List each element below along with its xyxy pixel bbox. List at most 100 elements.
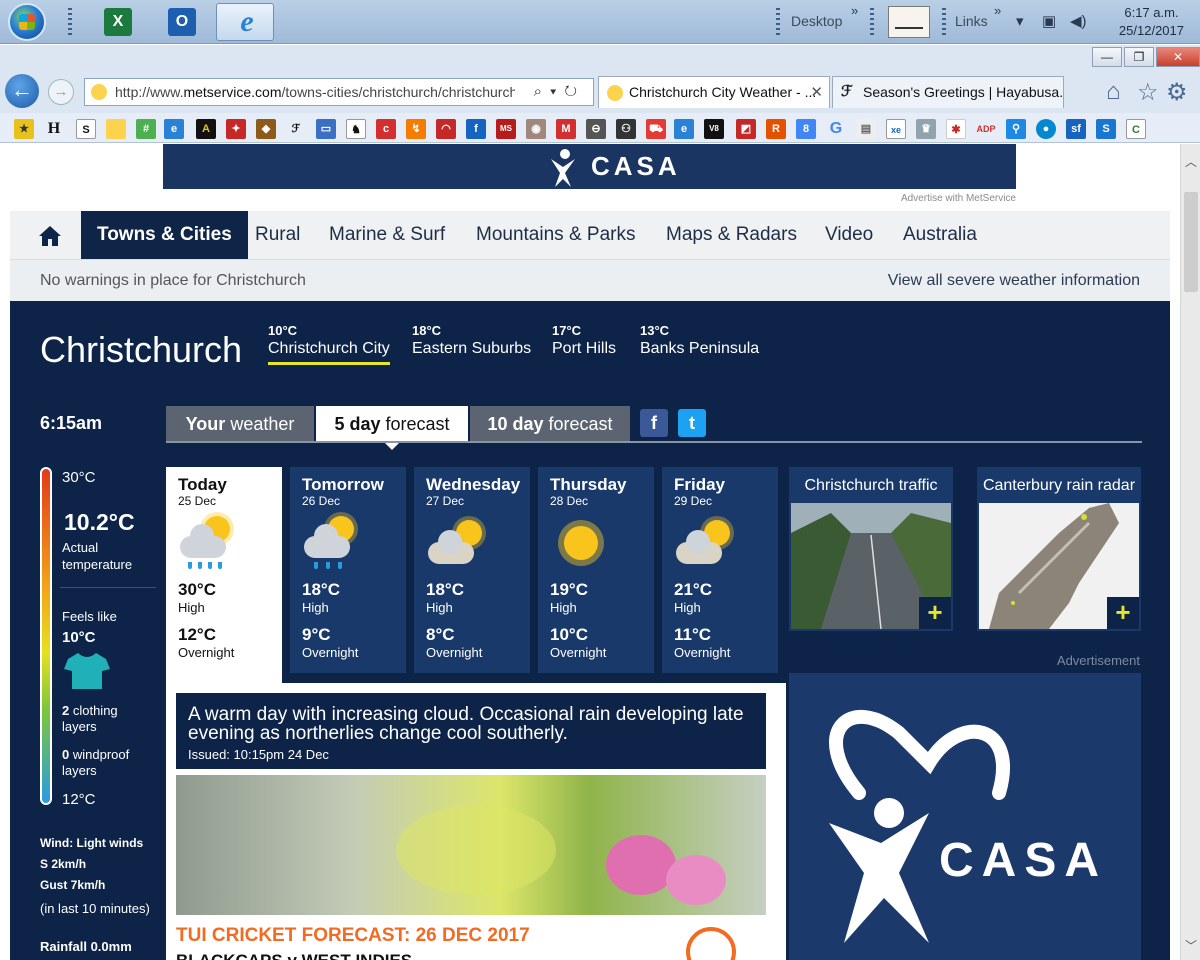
favorite-icon[interactable]: 8 (796, 119, 816, 139)
favorite-icon[interactable]: ↯ (406, 119, 426, 139)
favorite-icon[interactable]: C (1126, 119, 1146, 139)
favorite-icon[interactable]: ⚲ (1006, 119, 1026, 139)
favorite-icon[interactable]: ▤ (856, 119, 876, 139)
nav-video[interactable]: Video (825, 211, 873, 259)
taskbar-grip[interactable] (68, 8, 72, 36)
twitter-share-icon[interactable]: t (678, 409, 706, 437)
favorite-icon[interactable]: ℱ (286, 119, 306, 139)
favorite-icon[interactable]: ⊖ (586, 119, 606, 139)
cricket-forecast-title[interactable]: TUI CRICKET FORECAST: 26 DEC 2017 (176, 925, 530, 947)
volume-icon[interactable]: ◀) (1070, 12, 1087, 30)
settings-gear-icon[interactable]: ⚙ (1166, 78, 1188, 107)
forecast-card-tomorrow[interactable]: Tomorrow 26 Dec 18°C High 9°C Overnight (290, 467, 406, 673)
add-favorite-star-icon[interactable]: ★ (14, 119, 34, 139)
favorite-icon[interactable]: e (674, 119, 694, 139)
forward-button[interactable]: → (48, 79, 74, 105)
location-christchurch-city[interactable]: 10°C Christchurch City (268, 323, 390, 365)
forecast-card-today[interactable]: Today 25 Dec 30°C High 12°C Overnight (166, 467, 282, 683)
nav-australia[interactable]: Australia (903, 211, 977, 259)
taskbar-excel[interactable]: X (88, 3, 146, 41)
browser-tab-hayabusa[interactable]: ℱ Season's Greetings | Hayabusa... (832, 76, 1064, 108)
close-window-button[interactable]: ✕ (1156, 47, 1200, 67)
taskbar-grip[interactable] (776, 8, 780, 36)
favorite-icon[interactable] (106, 119, 126, 139)
search-icon[interactable]: ⌕ (534, 83, 550, 100)
chevron-right-icon[interactable]: » (851, 3, 858, 18)
favorite-icon[interactable]: ◩ (736, 119, 756, 139)
address-url[interactable]: http://www.metservice.com/towns-cities/c… (115, 84, 515, 100)
favorite-icon[interactable]: ✱ (946, 119, 966, 139)
favorite-icon[interactable]: A (196, 119, 216, 139)
scroll-up-icon[interactable]: ︿ (1181, 152, 1200, 172)
nav-mountains-parks[interactable]: Mountains & Parks (476, 211, 635, 259)
favorite-icon[interactable]: f (466, 119, 486, 139)
links-toolbar-label[interactable]: Links (955, 13, 988, 29)
favorite-icon[interactable]: sf (1066, 119, 1086, 139)
nav-towns-cities[interactable]: Towns & Cities (81, 211, 248, 259)
favorite-icon[interactable]: xe (886, 119, 906, 139)
nav-maps-radars[interactable]: Maps & Radars (666, 211, 797, 259)
google-favorite-icon[interactable]: G (826, 119, 846, 139)
nav-rural[interactable]: Rural (255, 211, 300, 259)
facebook-share-icon[interactable]: f (640, 409, 668, 437)
favorite-icon[interactable]: H (44, 119, 64, 139)
traffic-camera-tile[interactable]: Christchurch traffic + (789, 467, 953, 631)
advertise-link[interactable]: Advertise with MetService (901, 193, 1016, 204)
dropdown-arrow-icon[interactable]: ▾ (550, 83, 564, 100)
forecast-card-friday[interactable]: Friday 29 Dec 21°C High 11°C Overnight (662, 467, 778, 673)
severe-weather-link[interactable]: View all severe weather information (888, 272, 1140, 290)
home-icon[interactable]: ⌂ (1106, 78, 1121, 106)
favorite-icon[interactable]: M (556, 119, 576, 139)
browser-tab-metservice[interactable]: Christchurch City Weather - ... ✕ (598, 76, 830, 108)
back-button[interactable]: ← (5, 74, 39, 108)
taskbar-internet-explorer[interactable]: e (216, 3, 274, 41)
favorite-icon[interactable]: R (766, 119, 786, 139)
desktop-toolbar-label[interactable]: Desktop (791, 13, 842, 29)
location-banks-peninsula[interactable]: 13°C Banks Peninsula (640, 323, 759, 362)
scroll-down-icon[interactable]: ﹀ (1181, 936, 1200, 956)
favorite-icon[interactable]: ◉ (526, 119, 546, 139)
favorite-icon[interactable]: c (376, 119, 396, 139)
taskbar-grip[interactable] (942, 8, 946, 36)
favorite-icon[interactable]: S (1096, 119, 1116, 139)
close-tab-icon[interactable]: ✕ (810, 83, 823, 101)
favorite-icon[interactable]: ⚇ (616, 119, 636, 139)
favorite-icon[interactable]: V8 (704, 119, 724, 139)
favorite-icon[interactable]: ◆ (256, 119, 276, 139)
expand-plus-icon[interactable]: + (1107, 597, 1139, 629)
chevron-right-icon[interactable]: » (994, 3, 1001, 18)
favorite-icon[interactable]: S (76, 119, 96, 139)
minimize-button[interactable]: — (1092, 47, 1122, 67)
signature-icon[interactable] (888, 6, 930, 38)
network-icon[interactable]: ▣ (1042, 12, 1056, 30)
page-scrollbar[interactable]: ︿ ﹀ (1180, 144, 1200, 960)
top-banner-ad[interactable]: CASA (163, 144, 1016, 189)
address-bar[interactable]: http://www.metservice.com/towns-cities/c… (84, 78, 594, 106)
favorite-icon[interactable]: e (164, 119, 184, 139)
rain-radar-tile[interactable]: Canterbury rain radar + (977, 467, 1141, 631)
maximize-button[interactable]: ❐ (1124, 47, 1154, 67)
favorites-star-icon[interactable]: ☆ (1137, 78, 1159, 107)
favorite-icon[interactable]: ▭ (316, 119, 336, 139)
scrollbar-thumb[interactable] (1184, 192, 1198, 292)
favorite-icon[interactable]: MS (496, 119, 516, 139)
favorite-icon[interactable]: ADP (976, 119, 996, 139)
taskbar-outlook[interactable]: O (152, 3, 210, 41)
nav-marine-surf[interactable]: Marine & Surf (329, 211, 445, 259)
system-clock[interactable]: 6:17 a.m. 25/12/2017 (1119, 4, 1184, 40)
forecast-card-wednesday[interactable]: Wednesday 27 Dec 18°C High 8°C Overnight (414, 467, 530, 673)
favorite-icon[interactable]: ✦ (226, 119, 246, 139)
favorite-icon[interactable]: ● (1036, 119, 1056, 139)
taskbar-grip[interactable] (870, 8, 874, 36)
favorite-icon[interactable]: ⛟ (646, 119, 666, 139)
tab-5-day-forecast[interactable]: 5 day forecast (316, 406, 468, 450)
favorite-icon[interactable]: # (136, 119, 156, 139)
home-icon[interactable] (38, 225, 62, 247)
location-port-hills[interactable]: 17°C Port Hills (552, 323, 616, 362)
favorite-icon[interactable]: ♛ (916, 119, 936, 139)
side-casa-ad[interactable]: CASA (789, 673, 1141, 960)
forecast-card-thursday[interactable]: Thursday 28 Dec 19°C High 10°C Overnight (538, 467, 654, 673)
refresh-icon[interactable]: ↻ (564, 83, 585, 100)
favorite-icon[interactable]: ♞ (346, 119, 366, 139)
favorite-icon[interactable]: ◠ (436, 119, 456, 139)
